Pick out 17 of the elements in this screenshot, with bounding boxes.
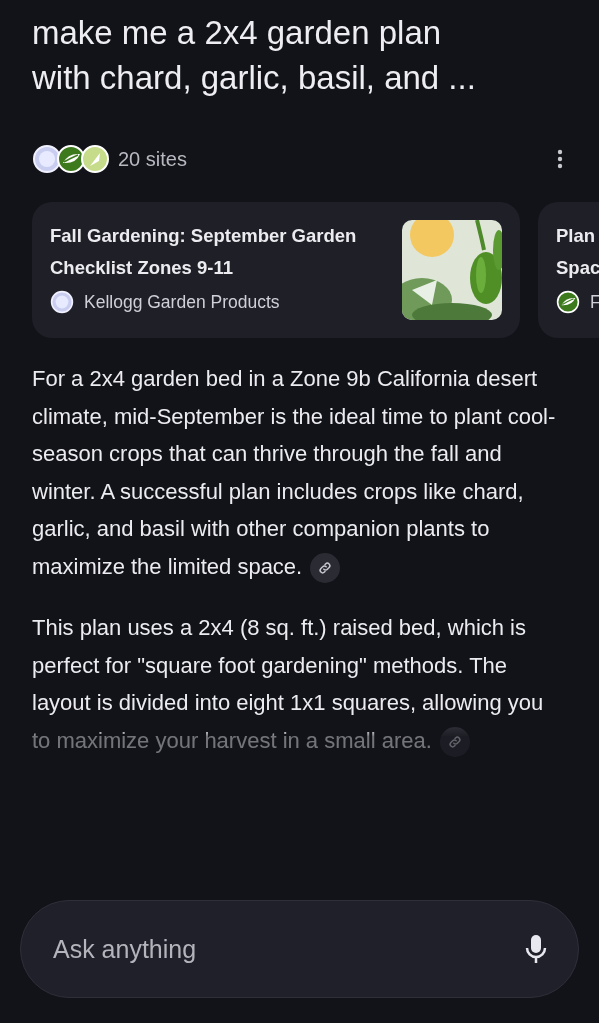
source-card[interactable]: Fall Gardening: September Garden Checklist Zones 9-11 Kellogg Garden Products bbox=[32, 202, 520, 338]
sites-count[interactable]: 20 sites bbox=[118, 147, 187, 171]
query-title: make me a 2x4 garden plan with chard, garlic, basil, and ... bbox=[32, 13, 477, 98]
answer-paragraph: For a 2x4 garden bed in a Zone 9b California desert climate, mid-September is the ideal time to plant cool-season crops that can thrive through the fall and winter. A successful plan includes crops like chard, garlic, and basil with other companion plants to maximize the limited space. bbox=[32, 360, 565, 585]
card-title: Plan Spac bbox=[556, 224, 599, 280]
site-icon bbox=[56, 144, 86, 174]
ask-input[interactable]: Ask anything bbox=[51, 933, 524, 965]
site-name: Kellogg Garden Products bbox=[84, 291, 280, 313]
ask-field[interactable]: Ask anything bbox=[20, 900, 579, 998]
link-icon[interactable] bbox=[310, 552, 341, 583]
answer-paragraph: This plan uses a 2x4 (8 sq. ft.) raised bed, which is perfect for "square foot gardening" methods. The layout is divided into eight 1x1 squares, allowing you to maximize your harvest in a small area. bbox=[32, 609, 565, 759]
site-icon bbox=[556, 290, 580, 314]
site-icon bbox=[32, 144, 62, 174]
microphone-icon[interactable] bbox=[524, 933, 548, 965]
card-title: Fall Gardening: September Garden Checklist Zones 9-11 bbox=[50, 224, 358, 280]
site-icon bbox=[50, 290, 74, 314]
site-icon bbox=[80, 144, 110, 174]
